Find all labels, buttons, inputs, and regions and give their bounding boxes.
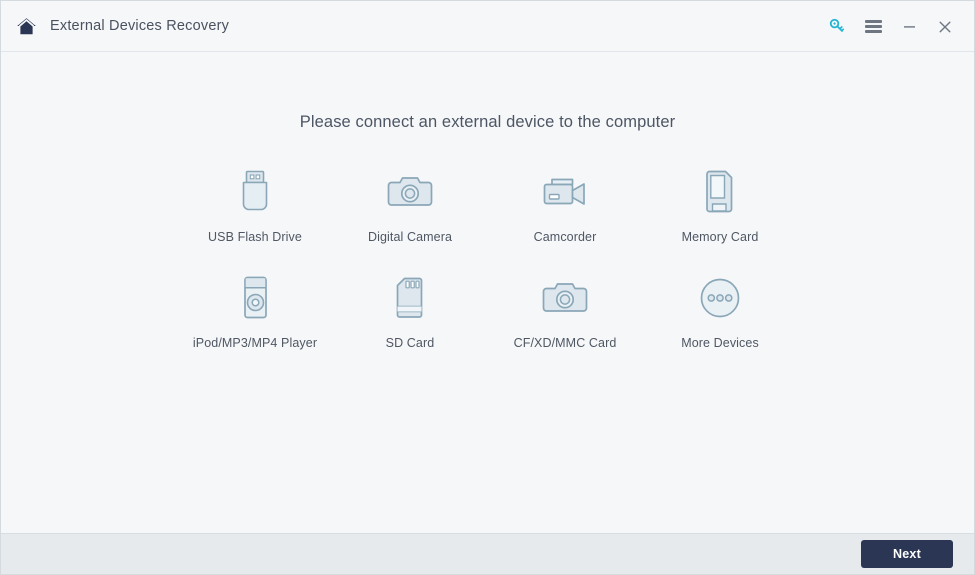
digital-camera-icon	[380, 166, 440, 218]
device-label: Memory Card	[681, 230, 759, 244]
device-grid: USB Flash Drive Digital Camera Camcorder…	[178, 166, 798, 350]
device-option-ipod-player[interactable]: iPod/MP3/MP4 Player	[178, 272, 333, 350]
device-option-sd-card[interactable]: SD Card	[333, 272, 488, 350]
memory-card-icon	[690, 166, 750, 218]
key-icon[interactable]	[820, 10, 854, 44]
next-button[interactable]: Next	[861, 540, 953, 568]
hamburger-bars	[864, 20, 882, 33]
close-icon[interactable]	[928, 10, 962, 44]
ipod-player-icon	[225, 272, 285, 324]
usb-flash-drive-icon	[225, 166, 285, 218]
device-option-more-devices[interactable]: More Devices	[643, 272, 798, 350]
window-title: External Devices Recovery	[50, 18, 230, 34]
device-option-camcorder[interactable]: Camcorder	[488, 166, 643, 244]
device-label: USB Flash Drive	[208, 230, 302, 244]
more-devices-icon	[690, 272, 750, 324]
home-icon[interactable]	[15, 15, 37, 37]
device-label: Digital Camera	[367, 230, 453, 244]
sd-card-icon	[380, 272, 440, 324]
device-option-usb-flash-drive[interactable]: USB Flash Drive	[178, 166, 333, 244]
device-label: CF/XD/MMC Card	[513, 336, 617, 350]
cf-xd-mmc-card-icon	[535, 272, 595, 324]
window-controls	[820, 1, 974, 52]
device-option-memory-card[interactable]: Memory Card	[643, 166, 798, 244]
device-option-digital-camera[interactable]: Digital Camera	[333, 166, 488, 244]
hamburger-menu-icon[interactable]	[856, 10, 890, 44]
device-label: Camcorder	[533, 230, 597, 244]
camcorder-icon	[535, 166, 595, 218]
app-window: External Devices Recovery Please connect…	[0, 0, 975, 575]
device-label: More Devices	[681, 336, 759, 350]
titlebar: External Devices Recovery	[1, 1, 974, 52]
device-label: SD Card	[385, 336, 435, 350]
page-title: Please connect an external device to the…	[299, 113, 676, 131]
minimize-icon[interactable]	[892, 10, 926, 44]
footer-bar: Next	[1, 533, 974, 574]
content-area: Please connect an external device to the…	[1, 52, 974, 533]
device-option-cf-xd-mmc-card[interactable]: CF/XD/MMC Card	[488, 272, 643, 350]
device-label: iPod/MP3/MP4 Player	[192, 336, 318, 350]
